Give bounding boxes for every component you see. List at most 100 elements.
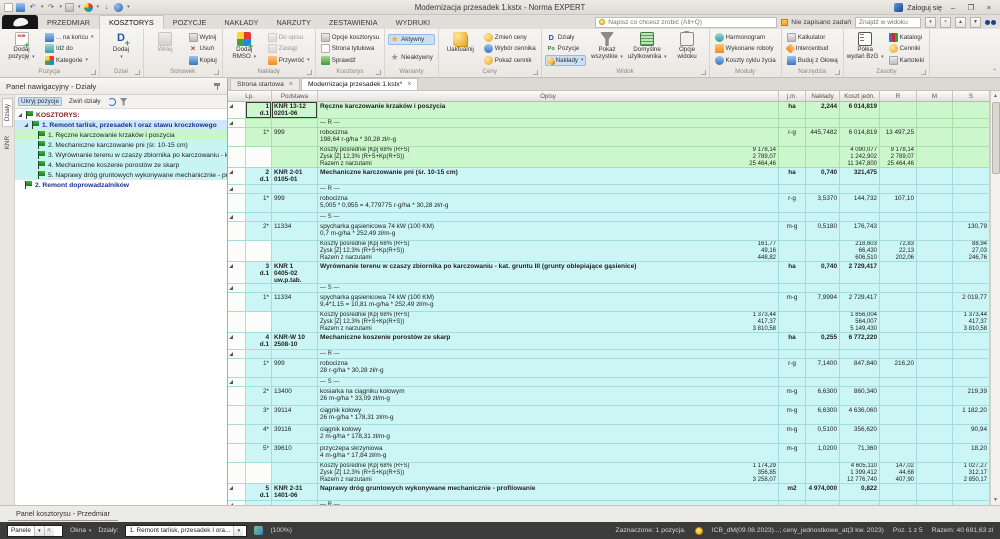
- save-icon[interactable]: [16, 2, 25, 12]
- dialog-launcher-icon[interactable]: [213, 70, 219, 75]
- grid-row-rms[interactable]: 1* 11334 spycharka gąsienicowa 74 kW (100 …: [228, 293, 990, 312]
- grid-row-sec[interactable]: — R —: [228, 501, 990, 505]
- column-header-koszt-jedn[interactable]: Koszt jedn.: [840, 91, 880, 101]
- grid-row-pos[interactable]: 2 d.1 KNR 2-01 0105-01 Mechaniczne karczowan…: [228, 168, 990, 185]
- app-menu-button[interactable]: [2, 15, 38, 29]
- scroll-down-icon[interactable]: ▼: [993, 495, 998, 505]
- title-page-button[interactable]: Strona tytułowa: [319, 43, 381, 54]
- categories-button[interactable]: Kategorie ▾: [43, 55, 96, 66]
- tree-item[interactable]: KOSZTORYS:: [15, 110, 227, 120]
- side-tab-dzialy[interactable]: Działy: [1, 98, 13, 128]
- grid-row-rms[interactable]: 1* 999 robocizna 198,64 r-g/ha * 30,28 zł/r…: [228, 128, 990, 147]
- login-button[interactable]: Zaloguj się: [907, 3, 942, 12]
- dialog-launcher-icon[interactable]: [134, 70, 140, 75]
- dialog-launcher-icon[interactable]: [376, 70, 382, 75]
- ribbon-tab[interactable]: NARZUTY: [267, 15, 319, 29]
- grid-row-sec[interactable]: — S —: [228, 213, 990, 222]
- find-clear-icon[interactable]: ×: [940, 16, 951, 28]
- price-list-choice-button[interactable]: Wybór cennika: [482, 43, 538, 54]
- tree-item[interactable]: 4. Mechaniczne koszenie porostów ze skar…: [15, 160, 227, 170]
- column-header-m[interactable]: M: [917, 91, 953, 101]
- view-options-button[interactable]: Opcje widoku: [669, 30, 706, 67]
- qat-customize-icon[interactable]: ▾: [127, 4, 130, 10]
- expand-icon[interactable]: [229, 264, 233, 268]
- expand-icon[interactable]: [229, 187, 233, 191]
- import-icon[interactable]: ↓: [102, 3, 111, 12]
- panels-pin-icon[interactable]: ⇱: [43, 525, 54, 536]
- quick-search[interactable]: [595, 16, 778, 28]
- restore-button[interactable]: Przywróć ▾: [266, 55, 312, 66]
- redo-icon[interactable]: ↷: [47, 3, 56, 12]
- panels-combo[interactable]: Panele ▼ ⇱: [7, 524, 63, 537]
- side-tab-knr[interactable]: KNR: [2, 130, 13, 155]
- dialog-launcher-icon[interactable]: [90, 70, 96, 75]
- find-scope-dropdown-icon[interactable]: ▾: [925, 16, 936, 28]
- inactive-variant-button[interactable]: ★ Nieaktywny: [388, 52, 435, 63]
- ribbon-tab[interactable]: WYDRUKI: [387, 15, 439, 29]
- copy-button[interactable]: Kopiuj: [187, 55, 219, 66]
- tree-item[interactable]: 2. Mechaniczne karczowanie pni (śr. 10-1…: [15, 140, 227, 150]
- document-tab[interactable]: Strona startowa ×: [230, 78, 300, 90]
- card-files-button[interactable]: Kartoteki: [887, 55, 926, 66]
- view-inputs-button[interactable]: Nakłady ▾: [544, 54, 586, 66]
- paste-button[interactable]: Wklej: [147, 30, 184, 67]
- ribbon-tab[interactable]: PRZEDMIAR: [38, 15, 99, 29]
- catalogs-button[interactable]: Katalogi: [887, 32, 926, 43]
- ribbon-tab[interactable]: NAKŁADY: [215, 15, 267, 29]
- collapse-sections-button[interactable]: Zwiń działy: [66, 97, 104, 106]
- dialog-launcher-icon[interactable]: [532, 70, 538, 75]
- dialog-launcher-icon[interactable]: [306, 70, 312, 75]
- chevron-down-icon[interactable]: ▼: [33, 525, 44, 536]
- filter-icon[interactable]: [119, 97, 128, 106]
- show-price-list-button[interactable]: Pokaż cennik: [482, 55, 538, 66]
- grid-row-sec[interactable]: — S —: [228, 378, 990, 387]
- update-prices-button[interactable]: Uaktualnij: [442, 30, 479, 67]
- hide-positions-button[interactable]: Ukryj pozycje: [18, 97, 62, 106]
- price-db-icon[interactable]: [694, 526, 703, 535]
- expand-icon[interactable]: [229, 170, 233, 174]
- windows-menu[interactable]: Okna ▾: [70, 527, 91, 534]
- grid-row-sec[interactable]: — S —: [228, 284, 990, 293]
- user-defaults-button[interactable]: Domyślne użytkownika ▾: [628, 30, 667, 67]
- change-prices-button[interactable]: Zmień ceny: [482, 32, 538, 43]
- close-button[interactable]: ×: [982, 2, 996, 13]
- tree-item[interactable]: 3. Wyrównanie terenu w czaszy zbiornika …: [15, 150, 227, 160]
- estimate-options-button[interactable]: Opcje kosztorysu: [319, 32, 381, 43]
- tree-item[interactable]: 1. Remont tarlisk, przesadek I oraz staw…: [15, 120, 227, 130]
- delete-button[interactable]: × Usuń: [187, 43, 219, 54]
- expand-icon[interactable]: [229, 286, 233, 290]
- column-header-jm[interactable]: j.m.: [779, 91, 806, 101]
- ribbon-tab[interactable]: KOSZTORYS: [98, 15, 164, 29]
- vertical-scrollbar[interactable]: ▲ ▼: [990, 91, 1000, 505]
- close-icon[interactable]: ×: [289, 81, 293, 88]
- view-sections-button[interactable]: D Działy: [545, 32, 586, 43]
- expand-icon[interactable]: [229, 352, 233, 356]
- schedule-button[interactable]: Harmonogram: [713, 32, 778, 43]
- price-lists-button[interactable]: Cenniki: [887, 43, 926, 54]
- sections-combo[interactable]: 1. Remont tarlisk, przesadek I ora... ▼: [125, 524, 248, 537]
- undo-icon[interactable]: ↶: [28, 3, 37, 12]
- dialog-launcher-icon[interactable]: [921, 70, 927, 75]
- column-header-naklady[interactable]: Nakłady: [806, 91, 840, 101]
- find-previous-icon[interactable]: ▲: [955, 16, 966, 28]
- grid-row-sum[interactable]: Koszty pośrednie [Kp] 68% (R+S) 1 174,29 Z…: [228, 463, 990, 484]
- print-icon[interactable]: [65, 2, 75, 12]
- expand-icon[interactable]: [229, 486, 233, 490]
- collapse-ribbon-icon[interactable]: ⌃: [992, 68, 997, 75]
- options-icon[interactable]: [83, 2, 93, 12]
- check-button[interactable]: Sprawdź: [319, 55, 381, 66]
- append-at-end-button[interactable]: ... na końcu ▾: [43, 32, 96, 43]
- bzg-shelf-button[interactable]: Półka wydań BzG ▾: [847, 30, 884, 67]
- to-description-button[interactable]: Do opisu: [266, 32, 312, 43]
- scroll-up-icon[interactable]: ▲: [993, 91, 998, 101]
- close-icon[interactable]: ×: [407, 81, 411, 88]
- column-header-r[interactable]: R: [880, 91, 917, 101]
- buduj-z-glowa-button[interactable]: Buduj z Głową: [785, 55, 840, 66]
- options-dropdown-icon[interactable]: ▾: [97, 4, 100, 10]
- refresh-icon[interactable]: [107, 97, 116, 106]
- calculator-button[interactable]: Kalkulator: [785, 32, 840, 43]
- expand-icon[interactable]: [18, 113, 22, 117]
- new-file-icon[interactable]: [4, 2, 13, 12]
- expand-icon[interactable]: [229, 380, 233, 384]
- quick-search-input[interactable]: [608, 18, 774, 26]
